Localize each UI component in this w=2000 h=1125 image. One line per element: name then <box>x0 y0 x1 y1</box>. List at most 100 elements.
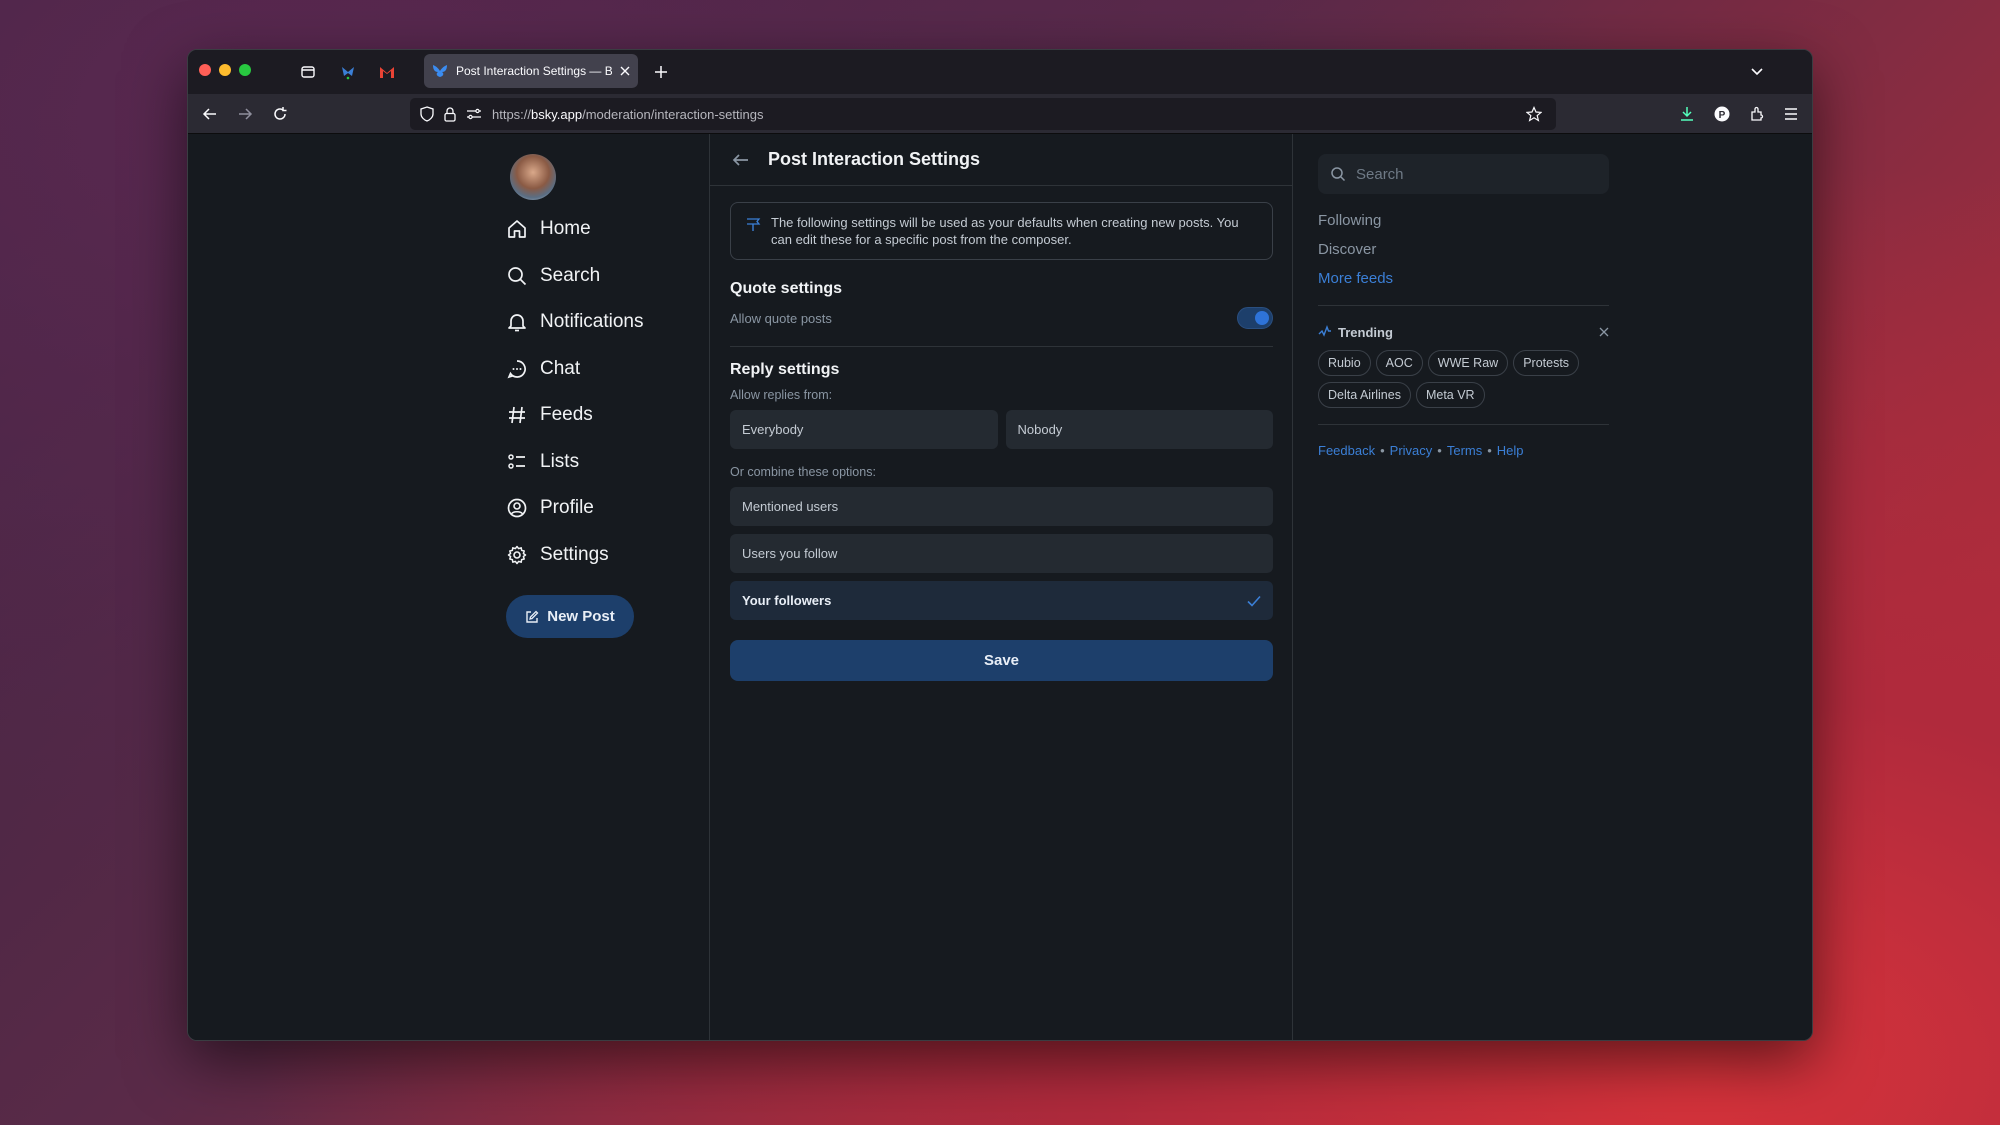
feedback-link[interactable]: Feedback <box>1318 443 1375 458</box>
compose-icon <box>526 610 539 623</box>
signpost-icon <box>747 218 761 231</box>
lock-icon[interactable] <box>444 106 456 122</box>
list-icon <box>508 454 525 469</box>
extensions-icon[interactable] <box>1746 103 1768 125</box>
main-column: Post Interaction Settings The following … <box>710 134 1293 681</box>
shield-icon[interactable] <box>420 106 434 122</box>
permissions-icon[interactable] <box>466 107 482 121</box>
new-tab-icon[interactable] <box>650 61 672 83</box>
nav-item-feeds[interactable]: Feeds <box>506 392 706 439</box>
nav-item-label: Home <box>540 218 591 240</box>
quote-settings-title: Quote settings <box>730 280 843 297</box>
separator-dot: • <box>1380 443 1385 458</box>
trending-chip[interactable]: Delta Airlines <box>1318 382 1411 408</box>
mentioned-users-label: Mentioned users <box>742 499 839 514</box>
nav-item-search[interactable]: Search <box>506 253 706 300</box>
users-you-follow-label: Users you follow <box>742 546 838 561</box>
menu-hamburger-icon[interactable] <box>1780 103 1802 125</box>
trending-topics: Rubio AOC WWE Raw Protests Delta Airline… <box>1318 350 1609 408</box>
back-icon[interactable] <box>199 103 221 125</box>
search-icon <box>1331 167 1346 182</box>
nav-item-label: Profile <box>540 497 594 519</box>
bookmark-star-icon[interactable] <box>1526 106 1542 122</box>
nav-item-home[interactable]: Home <box>506 206 706 253</box>
page-content: Home Search Notifications Chat Feeds Lis… <box>188 134 1812 1040</box>
nav-item-notifications[interactable]: Notifications <box>506 299 706 346</box>
tab-title: Post Interaction Settings — Blue <box>456 64 612 78</box>
url-bar[interactable]: https://bsky.app/moderation/interaction-… <box>410 98 1556 130</box>
search-input[interactable]: Search <box>1318 154 1609 194</box>
account-p-icon[interactable]: P <box>1711 103 1733 125</box>
save-button[interactable]: Save <box>730 640 1273 681</box>
trending-title: Trending <box>1318 325 1393 340</box>
search-icon <box>508 266 527 285</box>
everybody-option[interactable]: Everybody <box>730 410 998 449</box>
nav-item-label: Lists <box>540 450 580 472</box>
trending-chip[interactable]: Meta VR <box>1415 382 1485 408</box>
bluesky-favicon-icon <box>433 65 447 77</box>
page-title: Post Interaction Settings <box>768 149 981 169</box>
info-notice: The following settings will be used as y… <box>730 202 1273 260</box>
trending-chip[interactable]: Protests <box>1513 350 1580 376</box>
nobody-option[interactable]: Nobody <box>1005 410 1273 449</box>
tab-strip: Post Interaction Settings — Blue <box>188 50 1812 94</box>
more-feeds-link[interactable]: More feeds <box>1318 264 1609 293</box>
section-divider <box>1318 305 1609 306</box>
close-tab-icon[interactable] <box>620 66 630 76</box>
nav-item-profile[interactable]: Profile <box>506 485 706 532</box>
downloads-icon[interactable] <box>1676 103 1698 125</box>
tab-active[interactable]: Post Interaction Settings — Blue <box>424 54 638 88</box>
new-post-button[interactable]: New Post <box>506 595 634 638</box>
browser-window: Post Interaction Settings — Blue https:/… <box>187 49 1813 1041</box>
reply-settings-title: Reply settings <box>730 361 840 378</box>
privacy-link[interactable]: Privacy <box>1390 443 1433 458</box>
your-followers-label: Your followers <box>742 593 832 608</box>
feed-link-discover[interactable]: Discover <box>1318 235 1609 264</box>
nobody-label: Nobody <box>1017 422 1063 437</box>
separator-dot: • <box>1437 443 1442 458</box>
window-controls <box>199 64 251 76</box>
nav-item-settings[interactable]: Settings <box>506 532 706 579</box>
info-text: The following settings will be used as y… <box>771 215 1239 247</box>
quote-posts-row: Allow quote posts <box>730 306 1273 330</box>
trending-chip[interactable]: Rubio <box>1318 350 1371 376</box>
your-followers-option[interactable]: Your followers <box>730 581 1273 620</box>
pinned-tab-gmail-icon[interactable] <box>376 61 398 83</box>
feed-link-following[interactable]: Following <box>1318 206 1609 235</box>
footer-links: Feedback • Privacy • Terms • Help <box>1318 443 1609 458</box>
everybody-label: Everybody <box>742 422 804 437</box>
trending-header: Trending <box>1318 322 1609 342</box>
close-window-button[interactable] <box>199 64 211 76</box>
close-icon[interactable] <box>1599 327 1609 337</box>
bell-icon <box>508 314 526 332</box>
trending-chip[interactable]: AOC <box>1375 350 1423 376</box>
nav-item-label: Chat <box>540 357 581 379</box>
reload-icon[interactable] <box>269 103 291 125</box>
nav-item-label: Notifications <box>540 311 644 333</box>
quote-posts-toggle[interactable] <box>1237 307 1273 329</box>
back-arrow-icon[interactable] <box>732 153 750 167</box>
avatar[interactable] <box>510 154 556 200</box>
nav-item-chat[interactable]: Chat <box>506 346 706 393</box>
hash-icon <box>509 407 525 424</box>
svg-text:P: P <box>1719 110 1726 121</box>
reply-audience-options: Everybody Nobody <box>730 410 1273 449</box>
chat-icon <box>507 359 526 379</box>
users-you-follow-option[interactable]: Users you follow <box>730 534 1273 573</box>
maximize-window-button[interactable] <box>239 64 251 76</box>
home-icon <box>508 220 526 239</box>
help-link[interactable]: Help <box>1497 443 1524 458</box>
minimize-window-button[interactable] <box>219 64 231 76</box>
forward-icon[interactable] <box>234 103 256 125</box>
tab-overview-icon[interactable] <box>297 61 319 83</box>
terms-link[interactable]: Terms <box>1447 443 1482 458</box>
mentioned-users-option[interactable]: Mentioned users <box>730 487 1273 526</box>
combine-options-label: Or combine these options: <box>730 465 876 479</box>
nav-item-label: Search <box>540 264 601 286</box>
url-text: https://bsky.app/moderation/interaction-… <box>492 106 764 122</box>
pinned-tab-bluesky-icon[interactable] <box>337 61 359 83</box>
trending-chip[interactable]: WWE Raw <box>1427 350 1509 376</box>
feeds-list: Following Discover More feeds <box>1318 206 1609 293</box>
nav-item-lists[interactable]: Lists <box>506 439 706 486</box>
tab-list-chevron-icon[interactable] <box>1746 61 1768 83</box>
